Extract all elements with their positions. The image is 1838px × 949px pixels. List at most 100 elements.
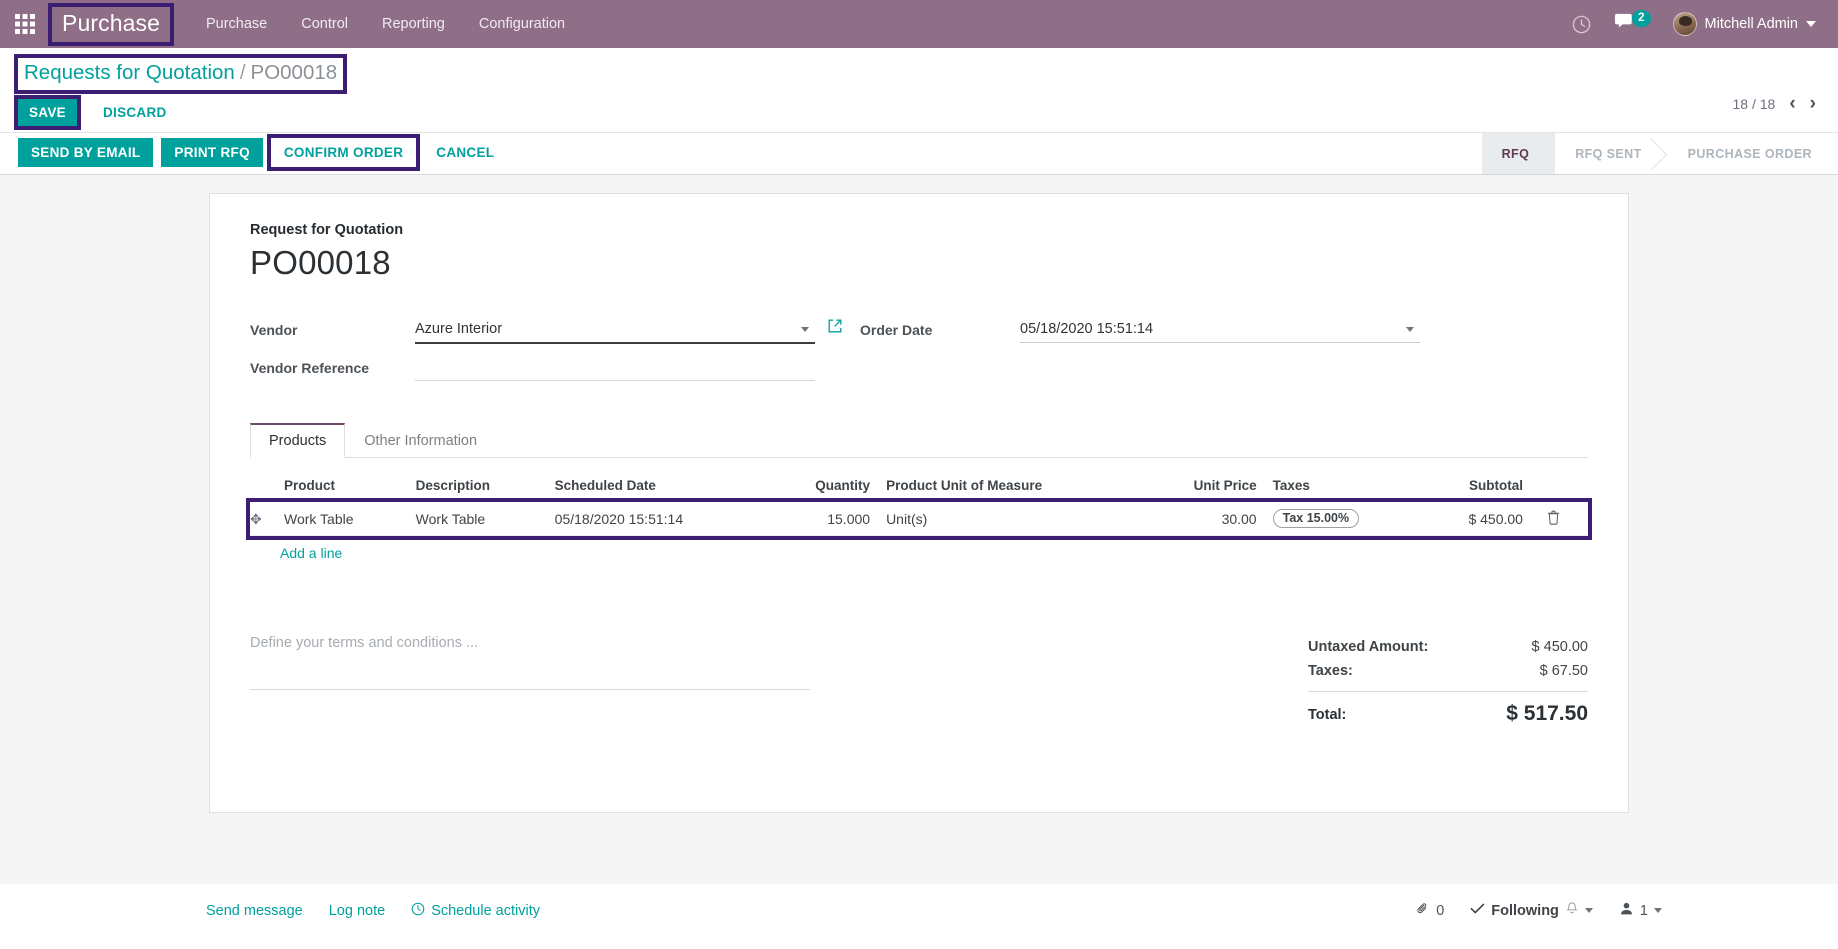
menu-item-reporting[interactable]: Reporting [380, 12, 447, 36]
navbar-right-tools: 2 Mitchell Admin [1571, 9, 1824, 37]
drag-handle-icon[interactable]: ✥ [250, 512, 262, 526]
chevron-right-icon[interactable]: › [1810, 94, 1816, 113]
user-menu[interactable]: Mitchell Admin [1672, 12, 1816, 36]
notebook-tabs: Products Other Information [250, 423, 1588, 458]
untaxed-amount-row: Untaxed Amount: $ 450.00 [1308, 635, 1588, 659]
vendor-label: Vendor [250, 322, 298, 338]
taxes-label: Taxes: [1308, 663, 1353, 679]
untaxed-amount-label: Untaxed Amount: [1308, 639, 1429, 655]
tab-other-information[interactable]: Other Information [345, 423, 496, 458]
record-edit-buttons: SAVE DISCARD [14, 95, 1820, 130]
avatar [1672, 12, 1697, 36]
chevron-down-icon [1584, 908, 1593, 913]
status-step-rfq-sent[interactable]: RFQ SENT [1555, 133, 1669, 174]
print-rfq-button[interactable]: PRINT RFQ [161, 138, 263, 167]
column-unit-price: Unit Price [1142, 472, 1265, 502]
status-step-purchase-order[interactable]: PURCHASE ORDER [1667, 133, 1838, 174]
cell-quantity[interactable]: 15.000 [769, 501, 879, 536]
clock-icon[interactable] [1571, 14, 1592, 35]
cell-product[interactable]: Work Table [276, 501, 408, 536]
top-navbar: Purchase Purchase Control Reporting Conf… [0, 0, 1838, 48]
column-description: Description [407, 472, 547, 502]
user-name: Mitchell Admin [1704, 16, 1798, 32]
cell-description[interactable]: Work Table [407, 501, 547, 536]
table-row[interactable]: ✥ Work Table Work Table 05/18/2020 15:51… [246, 497, 1592, 540]
action-status-bar: SEND BY EMAIL PRINT RFQ CONFIRM ORDER CA… [0, 133, 1838, 175]
vendor-reference-input[interactable] [415, 356, 815, 381]
breadcrumb: Requests for Quotation / PO00018 [13, 54, 1820, 94]
terms-placeholder: Define your terms and conditions ... [250, 635, 810, 690]
chat-unread-count: 2 [1632, 9, 1651, 27]
total-row: Total: $ 517.50 [1308, 691, 1588, 730]
vendor-input[interactable] [415, 318, 815, 344]
chevron-down-icon [1806, 21, 1816, 27]
chatter-bar: Send message Log note Schedule activity … [0, 884, 1838, 934]
chatter-meta: 0 Following 1 [1416, 901, 1812, 920]
cell-subtotal: $ 450.00 [1422, 501, 1531, 536]
external-link-icon[interactable] [827, 318, 843, 334]
bell-icon[interactable] [1565, 901, 1579, 920]
vendor-open-record[interactable] [815, 318, 860, 334]
send-message-button[interactable]: Send message [206, 903, 303, 919]
cell-unit-price[interactable]: 30.00 [1142, 501, 1265, 536]
order-lines-table: Product Description Scheduled Date Quant… [246, 472, 1592, 540]
breadcrumb-separator: / [239, 61, 246, 84]
following-label: Following [1491, 902, 1559, 919]
app-brand-highlight: Purchase [48, 2, 174, 46]
discard-button[interactable]: DISCARD [91, 99, 179, 126]
terms-and-conditions[interactable]: Define your terms and conditions ... [250, 635, 810, 730]
breadcrumb-current: PO00018 [250, 61, 338, 84]
cell-uom[interactable]: Unit(s) [878, 501, 1143, 536]
workflow-buttons: SEND BY EMAIL PRINT RFQ CONFIRM ORDER CA… [18, 133, 506, 174]
app-brand-purchase[interactable]: Purchase [48, 2, 174, 46]
clock-icon [411, 902, 425, 920]
followers-button[interactable]: 1 [1619, 901, 1662, 920]
status-arrow-icon [1538, 133, 1556, 174]
column-scheduled-date: Scheduled Date [546, 472, 770, 502]
cell-scheduled-date[interactable]: 05/18/2020 15:51:14 [546, 501, 770, 536]
column-taxes: Taxes [1264, 472, 1423, 502]
form-kicker: Request for Quotation [250, 222, 404, 238]
save-button[interactable]: SAVE [18, 99, 77, 126]
tab-products[interactable]: Products [250, 423, 346, 458]
chevron-left-icon[interactable]: ‹ [1789, 94, 1795, 113]
untaxed-amount-value: $ 450.00 [1531, 639, 1588, 655]
add-a-line-button[interactable]: Add a line [250, 536, 350, 565]
attachments-button[interactable]: 0 [1416, 901, 1444, 920]
control-panel: Requests for Quotation / PO00018 SAVE DISC… [0, 48, 1838, 133]
total-value: $ 517.50 [1506, 702, 1588, 725]
schedule-activity-button[interactable]: Schedule activity [411, 902, 540, 920]
following-toggle[interactable]: Following [1470, 901, 1593, 920]
menu-item-configuration[interactable]: Configuration [477, 12, 567, 36]
breadcrumb-root-link[interactable]: Requests for Quotation [24, 61, 235, 84]
status-pipeline: RFQ RFQ SENT PURCHASE ORDER [1481, 133, 1838, 174]
cell-taxes[interactable]: Tax 15.00% [1264, 501, 1423, 536]
trash-icon[interactable] [1547, 510, 1560, 528]
column-drag [250, 472, 276, 502]
status-arrow-icon [1651, 133, 1669, 174]
row-drag-cell: ✥ [250, 501, 276, 536]
breadcrumb-highlight: Requests for Quotation / PO00018 [13, 54, 348, 94]
confirm-order-highlight: CONFIRM ORDER [266, 134, 421, 171]
confirm-order-button[interactable]: CONFIRM ORDER [270, 138, 417, 167]
chevron-down-icon [1654, 908, 1662, 913]
vendor-reference-field-wrap [415, 356, 815, 381]
cancel-button[interactable]: CANCEL [424, 139, 506, 166]
schedule-activity-label: Schedule activity [431, 902, 540, 919]
send-by-email-button[interactable]: SEND BY EMAIL [18, 138, 154, 167]
apps-grid-icon[interactable] [8, 7, 42, 41]
menu-item-control[interactable]: Control [299, 12, 350, 36]
main-menu: Purchase Control Reporting Configuration [204, 12, 567, 36]
column-quantity: Quantity [769, 472, 879, 502]
status-step-rfq-sent-label: RFQ SENT [1575, 146, 1642, 161]
log-note-button[interactable]: Log note [329, 903, 385, 919]
status-step-rfq[interactable]: RFQ [1481, 133, 1556, 174]
order-date-input[interactable] [1020, 318, 1420, 343]
user-icon [1619, 901, 1634, 920]
taxes-row: Taxes: $ 67.50 [1308, 659, 1588, 683]
notebook: Products Other Information Product Descr… [246, 423, 1592, 565]
record-pager: 18 / 18 ‹ › [1733, 94, 1816, 113]
header-fields: Vendor Order Date [250, 318, 1588, 381]
menu-item-purchase[interactable]: Purchase [204, 12, 269, 36]
messages-button[interactable]: 2 [1614, 9, 1651, 37]
